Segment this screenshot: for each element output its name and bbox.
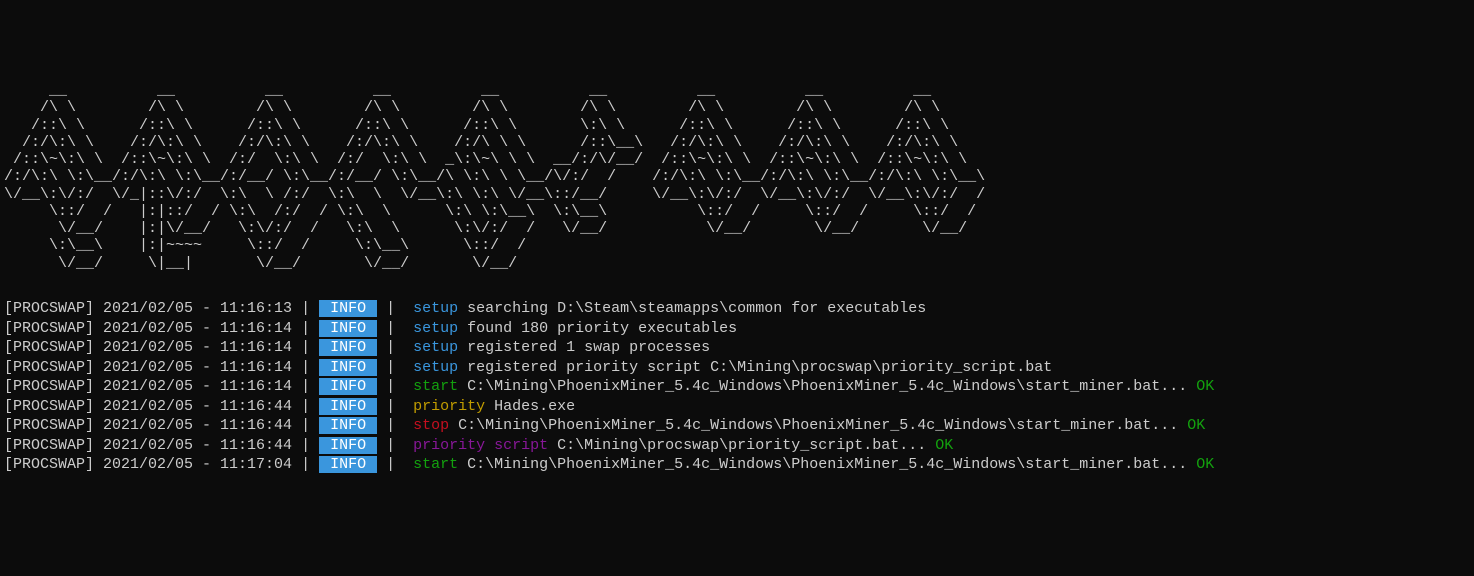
log-line: [PROCSWAP] 2021/02/05 - 11:16:14 | INFO … xyxy=(4,377,1470,397)
separator: | xyxy=(292,378,319,395)
log-timestamp: 2021/02/05 - 11:16:14 xyxy=(103,320,292,337)
log-prefix: [PROCSWAP] xyxy=(4,456,94,473)
log-prefix: [PROCSWAP] xyxy=(4,417,94,434)
log-level-info: INFO xyxy=(319,417,377,434)
separator: | xyxy=(292,339,319,356)
separator: | xyxy=(377,359,413,376)
log-timestamp: 2021/02/05 - 11:16:44 xyxy=(103,398,292,415)
log-timestamp: 2021/02/05 - 11:16:14 xyxy=(103,378,292,395)
log-line: [PROCSWAP] 2021/02/05 - 11:17:04 | INFO … xyxy=(4,455,1470,475)
log-message: C:\Mining\PhoenixMiner_5.4c_Windows\Phoe… xyxy=(467,378,1187,395)
log-category: setup xyxy=(413,300,458,317)
log-timestamp: 2021/02/05 - 11:16:14 xyxy=(103,359,292,376)
ascii-banner: __ __ __ __ __ __ __ __ __ /\ \ /\ \ /\ … xyxy=(4,82,1470,272)
separator: | xyxy=(377,300,413,317)
log-category: setup xyxy=(413,320,458,337)
log-status-ok: OK xyxy=(1196,456,1214,473)
separator: | xyxy=(292,437,319,454)
log-timestamp: 2021/02/05 - 11:17:04 xyxy=(103,456,292,473)
log-level-info: INFO xyxy=(319,359,377,376)
log-output: [PROCSWAP] 2021/02/05 - 11:16:13 | INFO … xyxy=(4,299,1470,475)
log-level-info: INFO xyxy=(319,378,377,395)
log-timestamp: 2021/02/05 - 11:16:44 xyxy=(103,437,292,454)
log-level-info: INFO xyxy=(319,339,377,356)
log-message: searching D:\Steam\steamapps\common for … xyxy=(467,300,926,317)
separator: | xyxy=(292,359,319,376)
log-line: [PROCSWAP] 2021/02/05 - 11:16:44 | INFO … xyxy=(4,436,1470,456)
log-prefix: [PROCSWAP] xyxy=(4,437,94,454)
separator: | xyxy=(377,437,413,454)
separator: | xyxy=(377,378,413,395)
log-category: stop xyxy=(413,417,449,434)
log-status-ok: OK xyxy=(935,437,953,454)
separator: | xyxy=(292,320,319,337)
log-message: found 180 priority executables xyxy=(467,320,737,337)
separator: | xyxy=(292,417,319,434)
log-category: setup xyxy=(413,339,458,356)
separator: | xyxy=(377,398,413,415)
separator: | xyxy=(292,300,319,317)
log-category: setup xyxy=(413,359,458,376)
log-line: [PROCSWAP] 2021/02/05 - 11:16:44 | INFO … xyxy=(4,416,1470,436)
log-prefix: [PROCSWAP] xyxy=(4,359,94,376)
log-line: [PROCSWAP] 2021/02/05 - 11:16:14 | INFO … xyxy=(4,319,1470,339)
log-prefix: [PROCSWAP] xyxy=(4,398,94,415)
log-prefix: [PROCSWAP] xyxy=(4,300,94,317)
separator: | xyxy=(377,456,413,473)
log-category: start xyxy=(413,378,458,395)
separator: | xyxy=(377,320,413,337)
log-line: [PROCSWAP] 2021/02/05 - 11:16:13 | INFO … xyxy=(4,299,1470,319)
log-level-info: INFO xyxy=(319,320,377,337)
log-line: [PROCSWAP] 2021/02/05 - 11:16:44 | INFO … xyxy=(4,397,1470,417)
log-level-info: INFO xyxy=(319,300,377,317)
log-message: registered priority script C:\Mining\pro… xyxy=(467,359,1052,376)
log-line: [PROCSWAP] 2021/02/05 - 11:16:14 | INFO … xyxy=(4,338,1470,358)
log-message: C:\Mining\PhoenixMiner_5.4c_Windows\Phoe… xyxy=(467,456,1187,473)
log-prefix: [PROCSWAP] xyxy=(4,339,94,356)
log-prefix: [PROCSWAP] xyxy=(4,320,94,337)
separator: | xyxy=(292,456,319,473)
separator: | xyxy=(377,417,413,434)
log-message: C:\Mining\PhoenixMiner_5.4c_Windows\Phoe… xyxy=(458,417,1178,434)
log-message: Hades.exe xyxy=(494,398,575,415)
log-level-info: INFO xyxy=(319,437,377,454)
log-level-info: INFO xyxy=(319,456,377,473)
log-timestamp: 2021/02/05 - 11:16:14 xyxy=(103,339,292,356)
log-category: priority xyxy=(413,398,485,415)
log-timestamp: 2021/02/05 - 11:16:13 xyxy=(103,300,292,317)
separator: | xyxy=(292,398,319,415)
log-message: C:\Mining\procswap\priority_script.bat..… xyxy=(557,437,926,454)
log-status-ok: OK xyxy=(1187,417,1205,434)
log-timestamp: 2021/02/05 - 11:16:44 xyxy=(103,417,292,434)
log-category: priority script xyxy=(413,437,548,454)
log-prefix: [PROCSWAP] xyxy=(4,378,94,395)
log-message: registered 1 swap processes xyxy=(467,339,710,356)
log-line: [PROCSWAP] 2021/02/05 - 11:16:14 | INFO … xyxy=(4,358,1470,378)
separator: | xyxy=(377,339,413,356)
log-category: start xyxy=(413,456,458,473)
log-status-ok: OK xyxy=(1196,378,1214,395)
log-level-info: INFO xyxy=(319,398,377,415)
